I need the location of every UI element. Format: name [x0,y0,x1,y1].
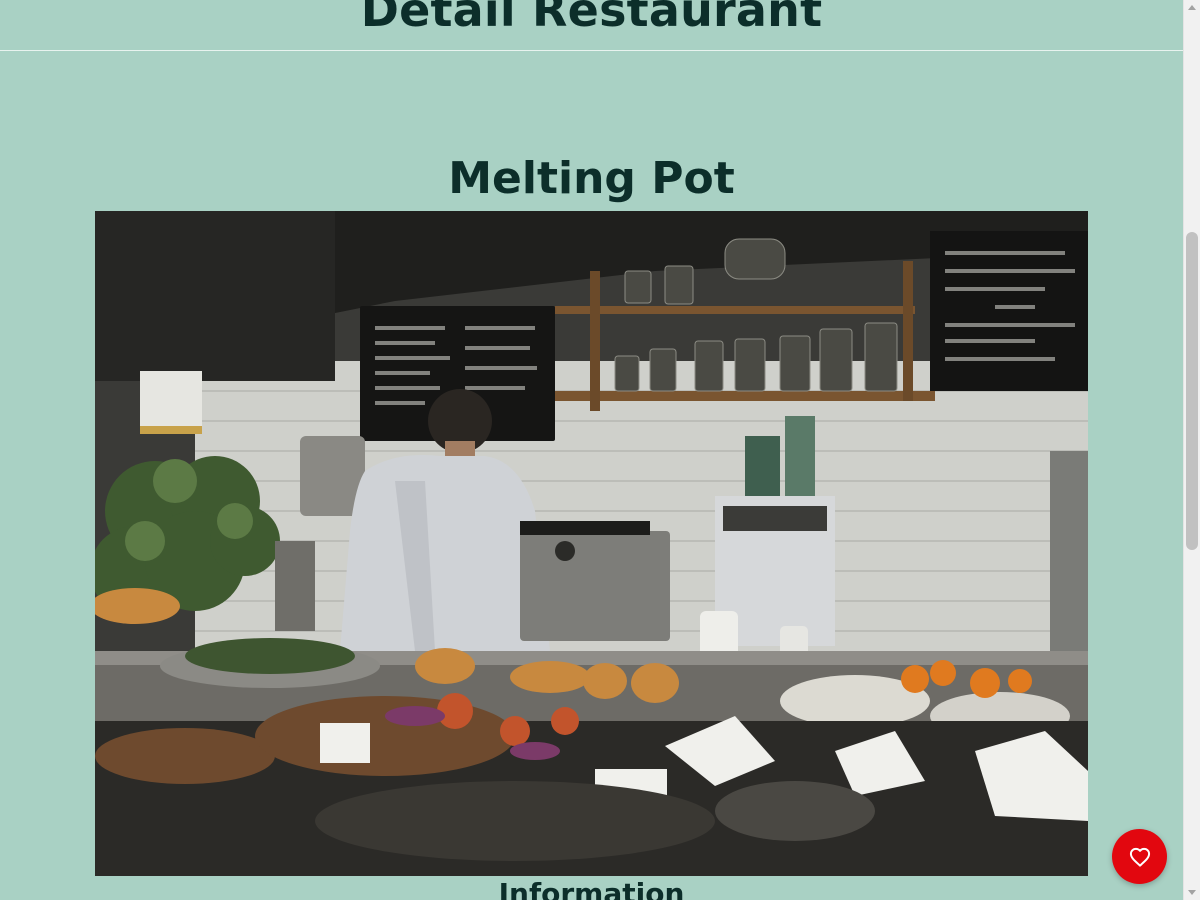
information-heading: Information [498,877,685,900]
restaurant-photo [95,211,1088,876]
app-header: Detail Restaurant [0,0,1183,51]
cafe-interior-illustration [95,211,1088,876]
favorite-button[interactable] [1112,829,1167,884]
scroll-thumb[interactable] [1186,232,1198,550]
heart-icon [1129,847,1150,867]
page: Detail Restaurant Melting Pot Informatio… [0,0,1200,900]
vertical-scrollbar[interactable] [1183,0,1200,900]
restaurant-name: Melting Pot [448,153,735,204]
page-title: Detail Restaurant [360,0,823,37]
scroll-up-arrow-icon[interactable] [1188,5,1196,10]
scroll-down-arrow-icon[interactable] [1188,890,1196,895]
